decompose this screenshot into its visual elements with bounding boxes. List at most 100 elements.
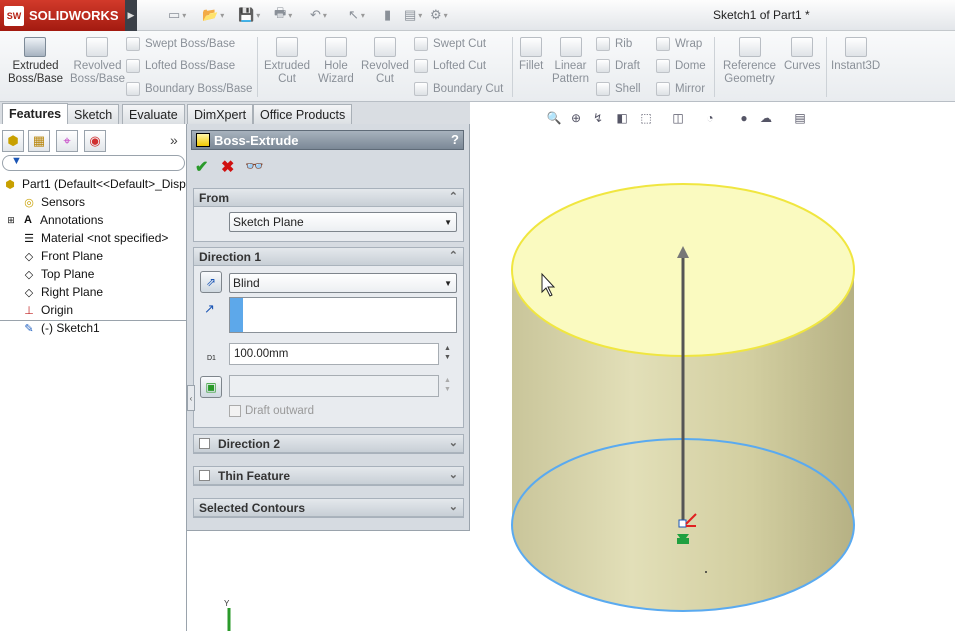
tree-filter-input[interactable]: ▼ <box>2 155 185 171</box>
direction2-header[interactable]: Direction 2 ⌄ <box>194 435 463 453</box>
end-condition-select[interactable]: Blind ▼ <box>229 273 457 293</box>
tree-item-annotations[interactable]: ⊞ A Annotations <box>6 211 103 229</box>
thin-feature-checkbox[interactable] <box>199 470 210 481</box>
thin-feature-header[interactable]: Thin Feature ⌄ <box>194 467 463 485</box>
reverse-direction-icon[interactable]: ⇗ <box>200 271 222 293</box>
options-icon[interactable]: ⚙ ▾ <box>430 6 448 24</box>
part-icon: ⬢ <box>5 178 15 191</box>
more-tabs-icon[interactable]: » <box>170 132 178 148</box>
shell-button[interactable]: Shell <box>596 80 641 98</box>
depth-spinner[interactable]: ▲ ▼ <box>444 344 451 362</box>
fillet-button[interactable]: Fillet <box>519 37 543 73</box>
tree-item-top-plane[interactable]: ◇ Top Plane <box>22 265 95 283</box>
from-select[interactable]: Sketch Plane ▼ <box>229 212 457 232</box>
draft-outward-checkbox[interactable]: Draft outward <box>229 405 314 417</box>
open-document-icon[interactable]: 📂 ▾ <box>202 6 224 24</box>
tab-features[interactable]: Features <box>2 103 69 124</box>
rebuild-icon[interactable]: ▮ <box>384 6 391 24</box>
selected-contours-header[interactable]: Selected Contours ⌄ <box>194 499 463 517</box>
expand-chevron-icon[interactable]: ⌄ <box>449 500 458 513</box>
expand-chevron-icon[interactable]: ⌄ <box>449 468 458 481</box>
undo-icon[interactable]: ↶ ▾ <box>310 6 327 24</box>
tree-item-right-plane[interactable]: ◇ Right Plane <box>22 283 103 301</box>
tree-item-sensors[interactable]: ◎ Sensors <box>22 193 85 211</box>
panel-collapse-handle[interactable]: ‹ <box>187 385 195 411</box>
swept-boss-button[interactable]: Swept Boss/Base <box>126 35 235 53</box>
direction2-checkbox[interactable] <box>199 438 210 449</box>
property-manager: Boss-Extrude? ✔ ✖ 👓 From ⌃ Sketch Plane ▼ … <box>187 124 470 531</box>
lofted-cut-button[interactable]: Lofted Cut <box>414 57 486 75</box>
tab-sketch[interactable]: Sketch <box>67 104 120 124</box>
drag-handle[interactable] <box>678 519 687 528</box>
draft-spinner[interactable]: ▲ ▼ <box>444 376 451 394</box>
curves-button[interactable]: Curves <box>784 37 820 73</box>
direction-selection-box[interactable] <box>229 297 457 333</box>
pm-header: Boss-Extrude? <box>191 130 464 150</box>
tree-root-part[interactable]: ⬢ Part1 (Default<<Default>_Disp <box>3 175 186 193</box>
revolved-cut-button[interactable]: Revolved Cut <box>361 37 409 86</box>
instant3d-button[interactable]: Instant3D <box>831 37 880 73</box>
new-document-icon[interactable]: ▭ ▾ <box>168 6 186 24</box>
annotations-icon: A <box>24 214 32 226</box>
graphics-area[interactable]: 🔍 ⊕ ↯ ◧ ⬚ ◫ ◔ ● ☁ ▤ <box>470 102 955 631</box>
dome-button[interactable]: Dome <box>656 57 706 75</box>
tab-dimxpert[interactable]: DimXpert <box>187 104 254 124</box>
draft-button[interactable]: Draft <box>596 57 640 75</box>
tab-evaluate[interactable]: Evaluate <box>122 104 185 124</box>
extruded-cut-button[interactable]: Extruded Cut <box>264 37 310 86</box>
extruded-boss-button[interactable]: Extruded Boss/Base <box>8 37 63 86</box>
boundary-boss-button[interactable]: Boundary Boss/Base <box>126 80 252 98</box>
expand-chevron-icon[interactable]: ⌄ <box>449 436 458 449</box>
swept-cut-button[interactable]: Swept Cut <box>414 35 486 53</box>
dome-icon <box>656 59 670 73</box>
origin-marker-base <box>677 538 689 544</box>
mirror-button[interactable]: Mirror <box>656 80 705 98</box>
draft-angle-input[interactable] <box>229 375 439 397</box>
model-view[interactable] <box>470 102 955 631</box>
hole-wizard-button[interactable]: Hole Wizard <box>318 37 354 86</box>
from-header[interactable]: From ⌃ <box>194 189 463 207</box>
command-manager-tabs: Features Sketch Evaluate DimXpert Office… <box>0 102 470 124</box>
display-manager-tab-icon[interactable]: ◉ <box>84 130 106 152</box>
tree-item-origin[interactable]: ⊥ Origin <box>22 301 73 319</box>
tree-item-front-plane[interactable]: ◇ Front Plane <box>22 247 103 265</box>
lofted-boss-button[interactable]: Lofted Boss/Base <box>126 57 235 75</box>
menu-expand-icon[interactable]: ▶ <box>125 0 137 31</box>
depth-value: 100.00mm <box>234 348 289 360</box>
extruded-boss-line1: Extruded <box>12 60 59 72</box>
tree-item-sketch1[interactable]: ✎ (-) Sketch1 <box>22 319 99 337</box>
save-icon[interactable]: 💾 ▾ <box>238 6 260 24</box>
draft-on-off-icon[interactable]: ▣ <box>200 376 222 398</box>
expand-icon[interactable]: ⊞ <box>6 213 16 227</box>
preview-glasses-icon[interactable]: 👓 <box>245 157 264 175</box>
reference-geometry-button[interactable]: Reference Geometry <box>723 37 776 86</box>
print-icon[interactable]: 🖶 ▾ <box>274 5 292 24</box>
depth-input[interactable]: 100.00mm <box>229 343 439 365</box>
tab-office-products[interactable]: Office Products <box>253 104 353 124</box>
tree-item-material[interactable]: ☰ Material <not specified> <box>22 229 168 247</box>
lofted-cut-icon <box>414 59 428 73</box>
revolved-boss-button[interactable]: Revolved Boss/Base <box>70 37 125 86</box>
help-icon[interactable]: ? <box>451 132 459 147</box>
ribbon-separator <box>714 37 715 97</box>
collapse-chevron-icon[interactable]: ⌃ <box>449 190 458 203</box>
plane-icon: ◇ <box>24 268 34 281</box>
title-bar: SW SOLIDWORKS ▶ ▭ ▾ 📂 ▾ 💾 ▾ 🖶 ▾ ↶ ▾ ↖ ▾ ▮ ▤ ▾ ⚙ ▾… <box>0 0 955 31</box>
boundary-cut-button[interactable]: Boundary Cut <box>414 80 503 98</box>
direction1-header[interactable]: Direction 1 ⌃ <box>194 248 463 266</box>
linear-pattern-button[interactable]: Linear Pattern <box>552 37 589 86</box>
solidworks-logo[interactable]: SW SOLIDWORKS <box>0 0 125 31</box>
file-properties-icon[interactable]: ▤ ▾ <box>404 6 422 24</box>
rib-button[interactable]: Rib <box>596 35 632 53</box>
direction1-header-label: Direction 1 <box>199 249 262 264</box>
cancel-x-icon[interactable]: ✖ <box>221 157 234 177</box>
configuration-manager-tab-icon[interactable]: ⌖ <box>56 130 78 152</box>
feature-manager-tab-icon[interactable]: ⬢ <box>2 130 24 152</box>
select-icon[interactable]: ↖ ▾ <box>348 6 365 24</box>
wrap-button[interactable]: Wrap <box>656 35 702 53</box>
checkbox[interactable] <box>229 405 241 417</box>
collapse-chevron-icon[interactable]: ⌃ <box>449 249 458 262</box>
ok-check-icon[interactable]: ✔ <box>195 157 208 177</box>
property-manager-tab-icon[interactable]: ▦ <box>28 130 50 152</box>
reference-geometry-line2: Geometry <box>724 73 775 85</box>
